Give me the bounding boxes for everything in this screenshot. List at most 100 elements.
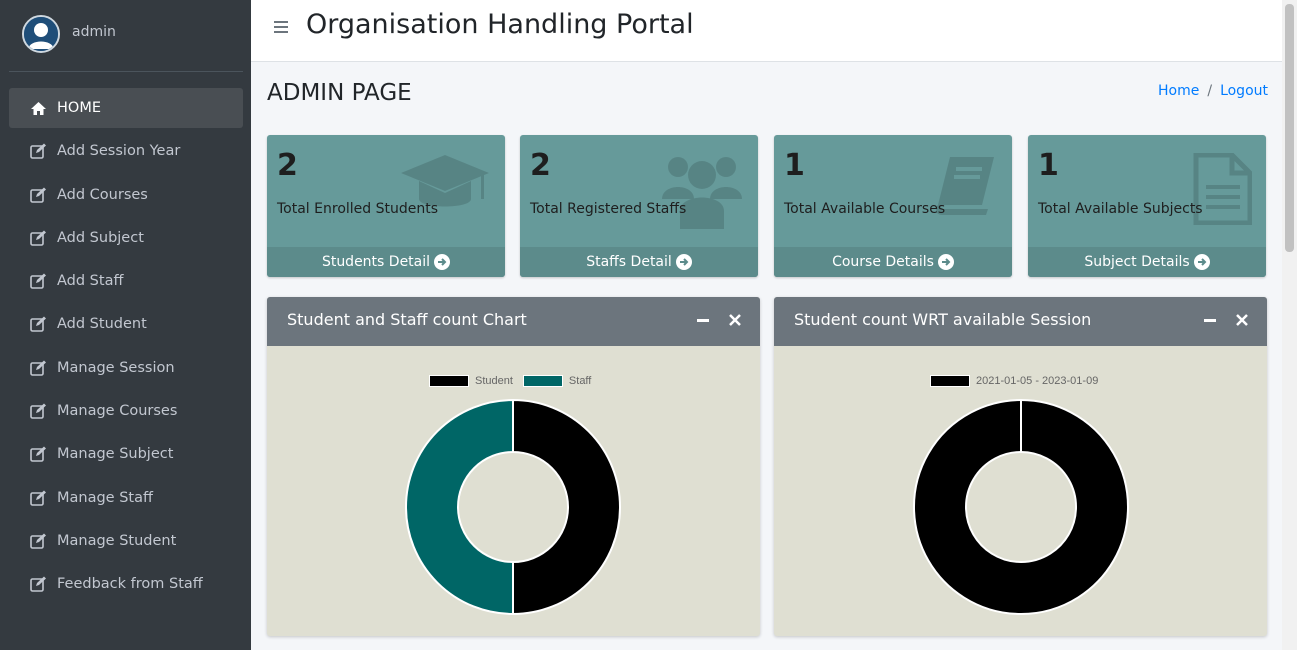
portal-title: Organisation Handling Portal xyxy=(306,9,694,40)
donut-slice-staff[interactable] xyxy=(405,398,514,616)
sidebar-item-add-staff[interactable]: Add Staff xyxy=(9,261,243,301)
stat-box-staffs: 2 Total Registered Staffs Staffs Detail xyxy=(520,135,758,277)
sidebar: admin HOME Add Session Year Add Courses Add… xyxy=(0,0,251,650)
legend-swatch xyxy=(429,375,469,387)
arrow-circle-right-icon xyxy=(1193,254,1210,270)
close-icon[interactable] xyxy=(727,312,743,328)
sidebar-item-label: Manage Staff xyxy=(57,489,153,506)
breadcrumb-separator: / xyxy=(1207,83,1213,99)
stat-box-courses: 1 Total Available Courses Course Details xyxy=(774,135,1012,277)
sidebar-item-label: Manage Subject xyxy=(57,446,174,463)
stat-box-subjects: 1 Total Available Subjects Subject Detai… xyxy=(1028,135,1266,277)
footer-link-label: Course Details xyxy=(832,254,934,270)
legend-item[interactable]: Staff xyxy=(522,375,592,387)
session-donut-chart xyxy=(913,399,1129,615)
scrollbar-thumb[interactable] xyxy=(1285,4,1294,252)
sidebar-item-label: Manage Student xyxy=(57,532,177,549)
document-icon xyxy=(1192,152,1253,229)
card-header: Student and Staff count Chart xyxy=(267,297,760,346)
edit-icon xyxy=(29,228,48,247)
sidebar-item-add-courses[interactable]: Add Courses xyxy=(9,175,243,215)
subject-details-link[interactable]: Subject Details xyxy=(1028,247,1266,277)
student-staff-donut-chart xyxy=(405,398,621,616)
sidebar-item-label: Feedback from Staff xyxy=(57,576,203,593)
page-title: ADMIN PAGE xyxy=(267,80,412,106)
legend-item[interactable]: Student xyxy=(429,375,513,387)
stat-value: 1 xyxy=(1038,148,1059,183)
sidebar-item-manage-subject[interactable]: Manage Subject xyxy=(9,434,243,474)
edit-icon xyxy=(29,358,48,377)
edit-icon xyxy=(29,185,48,204)
arrow-circle-right-icon xyxy=(937,254,954,270)
breadcrumb-home-link[interactable]: Home xyxy=(1158,83,1199,99)
sidebar-item-label: HOME xyxy=(57,100,101,116)
legend-item[interactable]: 2021-01-05 - 2023-01-09 xyxy=(930,375,1098,387)
sidebar-item-home[interactable]: HOME xyxy=(9,88,243,128)
sidebar-item-feedback-from-staff[interactable]: Feedback from Staff xyxy=(9,564,243,604)
close-icon[interactable] xyxy=(1234,312,1250,328)
stat-value: 2 xyxy=(277,148,298,183)
legend-label: 2021-01-05 - 2023-01-09 xyxy=(976,375,1099,387)
stat-label: Total Available Subjects xyxy=(1038,201,1203,217)
arrow-circle-right-icon xyxy=(675,254,692,270)
sidebar-nav: HOME Add Session Year Add Courses Add Subje… xyxy=(9,88,243,608)
legend-swatch xyxy=(930,375,970,387)
footer-link-label: Staffs Detail xyxy=(586,254,672,270)
menu-toggle-icon[interactable] xyxy=(274,17,290,39)
card-header: Student count WRT available Session xyxy=(774,297,1267,346)
page-scrollbar[interactable] xyxy=(1282,0,1297,650)
edit-icon xyxy=(29,272,48,291)
chart-legend: Student Staff xyxy=(429,375,601,387)
donut-slice-student[interactable] xyxy=(512,398,621,616)
card-title: Student and Staff count Chart xyxy=(287,310,527,329)
stat-label: Total Registered Staffs xyxy=(530,201,687,217)
edit-icon xyxy=(29,575,48,594)
sidebar-item-label: Add Session Year xyxy=(57,143,181,160)
sidebar-item-manage-staff[interactable]: Manage Staff xyxy=(9,478,243,518)
card-title: Student count WRT available Session xyxy=(794,310,1092,329)
sidebar-item-label: Add Staff xyxy=(57,273,124,290)
sidebar-item-label: Add Courses xyxy=(57,186,148,203)
minimize-icon[interactable] xyxy=(1202,312,1218,328)
user-panel: admin xyxy=(9,0,243,72)
session-chart-card: Student count WRT available Session 2021… xyxy=(774,297,1267,636)
footer-link-label: Students Detail xyxy=(321,254,431,270)
stat-label: Total Available Courses xyxy=(784,201,946,217)
legend-label: Staff xyxy=(568,375,592,387)
student-staff-chart-card: Student and Staff count Chart Student St… xyxy=(267,297,760,636)
sidebar-item-label: Manage Session xyxy=(57,359,175,376)
legend-label: Student xyxy=(475,375,513,387)
stat-box-students: 2 Total Enrolled Students Students Detai… xyxy=(267,135,505,277)
arrow-circle-right-icon xyxy=(434,254,451,270)
students-detail-link[interactable]: Students Detail xyxy=(267,247,505,277)
breadcrumb-logout-link[interactable]: Logout xyxy=(1220,83,1268,99)
course-details-link[interactable]: Course Details xyxy=(774,247,1012,277)
user-avatar-icon[interactable] xyxy=(22,15,60,53)
staffs-detail-link[interactable]: Staffs Detail xyxy=(520,247,758,277)
top-navbar: Organisation Handling Portal xyxy=(251,0,1282,62)
sidebar-item-label: Manage Courses xyxy=(57,403,178,420)
stat-label: Total Enrolled Students xyxy=(277,201,439,217)
edit-icon xyxy=(29,402,48,421)
sidebar-item-add-session-year[interactable]: Add Session Year xyxy=(9,131,243,171)
edit-icon xyxy=(29,488,48,507)
edit-icon xyxy=(29,531,48,550)
home-icon xyxy=(29,99,48,118)
stat-value: 2 xyxy=(530,148,551,183)
users-icon xyxy=(660,153,744,235)
sidebar-item-add-subject[interactable]: Add Subject xyxy=(9,218,243,258)
user-name[interactable]: admin xyxy=(72,24,116,40)
breadcrumb: Home / Logout xyxy=(1158,83,1268,99)
legend-swatch xyxy=(522,375,563,387)
sidebar-item-manage-session[interactable]: Manage Session xyxy=(9,348,243,388)
sidebar-item-add-student[interactable]: Add Student xyxy=(9,304,243,344)
edit-icon xyxy=(29,142,48,161)
sidebar-item-manage-student[interactable]: Manage Student xyxy=(9,521,243,561)
minimize-icon[interactable] xyxy=(695,312,711,328)
footer-link-label: Subject Details xyxy=(1084,254,1190,270)
edit-icon xyxy=(29,445,48,464)
sidebar-item-label: Add Student xyxy=(57,316,147,333)
sidebar-item-manage-courses[interactable]: Manage Courses xyxy=(9,391,243,431)
stat-value: 1 xyxy=(784,148,805,183)
sidebar-item-label: Add Subject xyxy=(57,229,144,246)
